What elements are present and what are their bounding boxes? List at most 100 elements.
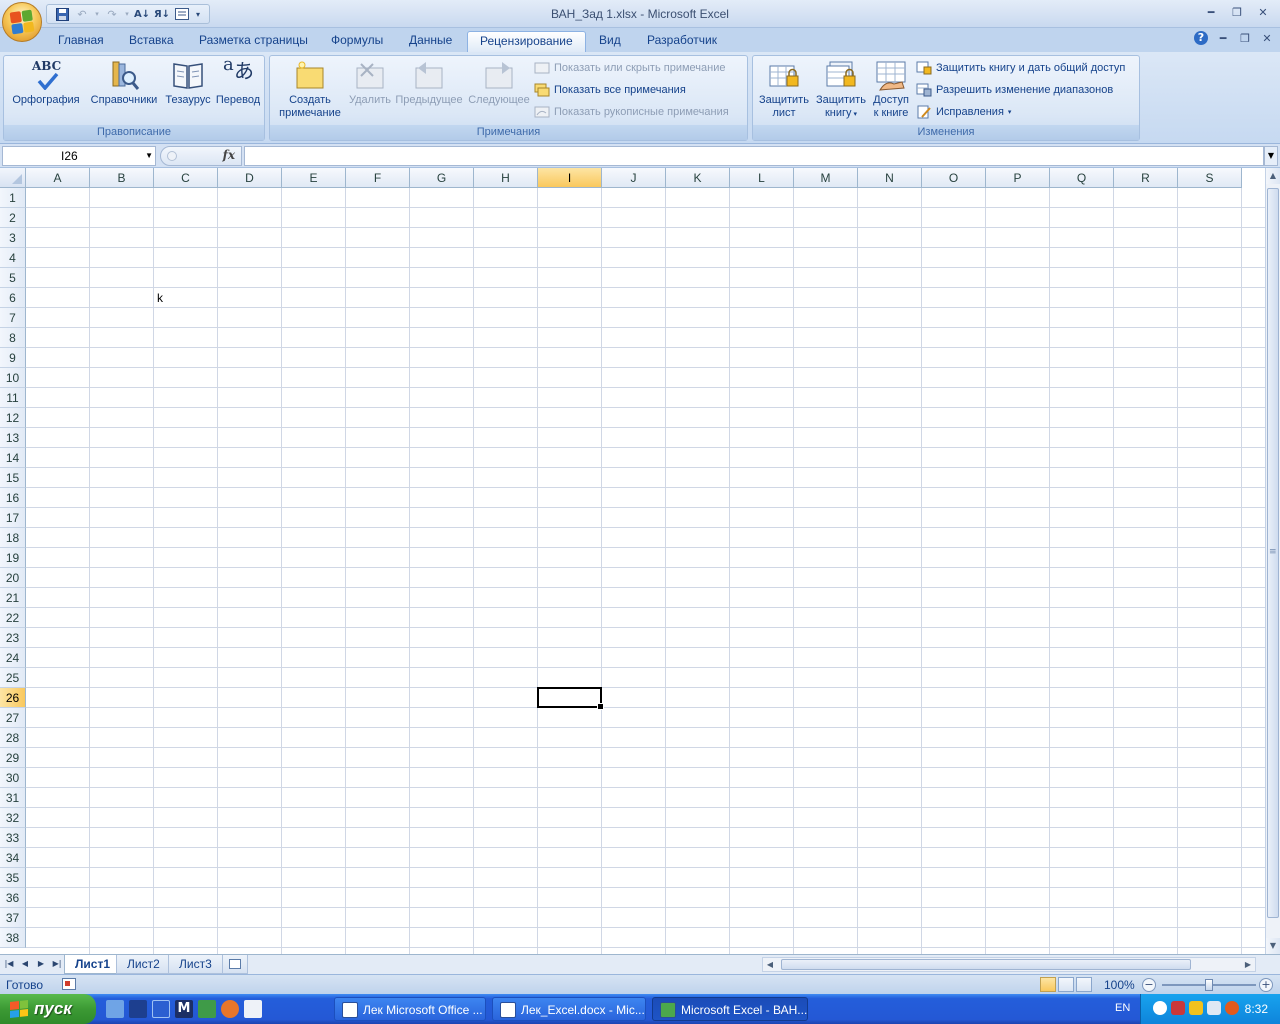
office-button[interactable]	[2, 2, 42, 42]
macro-record-icon[interactable]	[62, 978, 76, 990]
zoom-in-icon[interactable]: +	[1259, 978, 1273, 992]
show-desktop-icon[interactable]	[106, 1000, 124, 1018]
cells-area[interactable]: k	[26, 188, 1265, 954]
row-header-14[interactable]: 14	[0, 448, 26, 468]
column-header-a[interactable]: A	[26, 168, 90, 188]
zoom-out-icon[interactable]: −	[1142, 978, 1156, 992]
expand-formula-bar-icon[interactable]: ▼	[1264, 146, 1278, 166]
track-changes-button[interactable]: Исправления ▾	[916, 103, 1011, 121]
word-icon[interactable]	[152, 1000, 170, 1018]
research-button[interactable]: Справочники	[84, 58, 164, 107]
row-header-8[interactable]: 8	[0, 328, 26, 348]
doc-minimize-icon[interactable]: ━	[1216, 32, 1230, 45]
tab-home[interactable]: Главная	[46, 31, 116, 52]
column-header-f[interactable]: F	[346, 168, 410, 188]
row-header-24[interactable]: 24	[0, 648, 26, 668]
cell-c6[interactable]: k	[157, 288, 163, 308]
row-header-9[interactable]: 9	[0, 348, 26, 368]
sheet-tab-3[interactable]: Лист3	[168, 955, 223, 974]
column-header-b[interactable]: B	[90, 168, 154, 188]
start-button[interactable]: пуск	[0, 994, 96, 1024]
row-header-1[interactable]: 1	[0, 188, 26, 208]
new-comment-button[interactable]: Создать примечание	[272, 58, 348, 120]
sheet-tab-2[interactable]: Лист2	[116, 955, 171, 974]
scroll-down-icon[interactable]: ▼	[1266, 938, 1280, 954]
insert-function-button[interactable]: fx	[223, 148, 235, 162]
close-icon[interactable]: ✕	[1252, 5, 1274, 21]
volume-icon[interactable]	[1207, 1001, 1221, 1015]
horizontal-scrollbar[interactable]: ◀ ▶	[762, 957, 1256, 972]
show-all-comments-button[interactable]: Показать все примечания	[534, 81, 686, 99]
protect-and-share-button[interactable]: Защитить книгу и дать общий доступ	[916, 59, 1125, 77]
active-cell[interactable]	[537, 687, 604, 710]
show-ink-comments-button[interactable]: Показать рукописные примечания	[534, 103, 729, 121]
row-header-19[interactable]: 19	[0, 548, 26, 568]
delete-comment-button[interactable]: Удалить	[346, 58, 394, 107]
share-workbook-button[interactable]: Доступ к книге	[869, 58, 913, 120]
page-layout-view-icon[interactable]	[1058, 977, 1074, 992]
excel-icon[interactable]	[198, 1000, 216, 1018]
tray-flag-icon[interactable]	[1171, 1001, 1185, 1015]
taskbar-item-office-lecture[interactable]: Лек Microsoft Office ...	[334, 997, 486, 1021]
column-header-n[interactable]: N	[858, 168, 922, 188]
column-header-c[interactable]: C	[154, 168, 218, 188]
column-header-g[interactable]: G	[410, 168, 474, 188]
row-header-16[interactable]: 16	[0, 488, 26, 508]
column-header-i[interactable]: I	[538, 168, 602, 188]
row-header-32[interactable]: 32	[0, 808, 26, 828]
help-icon[interactable]: ?	[1194, 31, 1208, 45]
column-header-r[interactable]: R	[1114, 168, 1178, 188]
row-header-20[interactable]: 20	[0, 568, 26, 588]
column-header-k[interactable]: K	[666, 168, 730, 188]
column-header-s[interactable]: S	[1178, 168, 1242, 188]
row-header-36[interactable]: 36	[0, 888, 26, 908]
wordpad-icon[interactable]	[244, 1000, 262, 1018]
formula-input[interactable]	[244, 146, 1264, 166]
quick-launch-app-icon[interactable]	[129, 1000, 147, 1018]
select-all-button[interactable]	[0, 168, 26, 188]
row-header-17[interactable]: 17	[0, 508, 26, 528]
column-header-p[interactable]: P	[986, 168, 1050, 188]
protect-workbook-button[interactable]: Защитить книгу ▾	[813, 58, 869, 121]
prev-sheet-icon[interactable]: ◀	[18, 957, 32, 971]
column-header-o[interactable]: O	[922, 168, 986, 188]
spelling-button[interactable]: ABC Орфография	[8, 58, 84, 107]
tab-review[interactable]: Рецензирование	[467, 31, 586, 52]
taskbar-item-excel[interactable]: Microsoft Excel - ВАН...	[652, 997, 808, 1021]
row-header-33[interactable]: 33	[0, 828, 26, 848]
row-header-12[interactable]: 12	[0, 408, 26, 428]
row-header-38[interactable]: 38	[0, 928, 26, 948]
vertical-scroll-thumb[interactable]	[1267, 188, 1279, 918]
column-header-j[interactable]: J	[602, 168, 666, 188]
tab-insert[interactable]: Вставка	[117, 31, 186, 52]
last-sheet-icon[interactable]: ▶|	[50, 957, 64, 971]
row-header-21[interactable]: 21	[0, 588, 26, 608]
allow-edit-ranges-button[interactable]: Разрешить изменение диапазонов	[916, 81, 1113, 99]
taskbar-item-excel-lecture[interactable]: Лек_Excel.docx - Mic...	[492, 997, 646, 1021]
row-header-28[interactable]: 28	[0, 728, 26, 748]
zoom-slider-knob[interactable]	[1205, 979, 1213, 991]
tab-view[interactable]: Вид	[587, 31, 633, 52]
row-header-11[interactable]: 11	[0, 388, 26, 408]
tab-formulas[interactable]: Формулы	[319, 31, 395, 52]
row-header-5[interactable]: 5	[0, 268, 26, 288]
tray-expand-icon[interactable]	[1153, 1001, 1167, 1015]
row-header-4[interactable]: 4	[0, 248, 26, 268]
row-header-35[interactable]: 35	[0, 868, 26, 888]
first-sheet-icon[interactable]: |◀	[2, 957, 16, 971]
minimize-icon[interactable]: ━	[1200, 5, 1222, 21]
restore-icon[interactable]: ❐	[1226, 5, 1248, 21]
row-header-6[interactable]: 6	[0, 288, 26, 308]
show-hide-comment-button[interactable]: Показать или скрыть примечание	[534, 59, 725, 77]
tray-app-icon[interactable]	[1225, 1001, 1239, 1015]
firefox-icon[interactable]	[221, 1000, 239, 1018]
horizontal-scroll-thumb[interactable]	[781, 959, 1191, 970]
next-sheet-icon[interactable]: ▶	[34, 957, 48, 971]
tab-data[interactable]: Данные	[397, 31, 464, 52]
row-header-34[interactable]: 34	[0, 848, 26, 868]
protect-sheet-button[interactable]: Защитить лист	[755, 58, 813, 120]
row-header-22[interactable]: 22	[0, 608, 26, 628]
zoom-level[interactable]: 100%	[1104, 978, 1135, 992]
row-header-10[interactable]: 10	[0, 368, 26, 388]
row-header-27[interactable]: 27	[0, 708, 26, 728]
